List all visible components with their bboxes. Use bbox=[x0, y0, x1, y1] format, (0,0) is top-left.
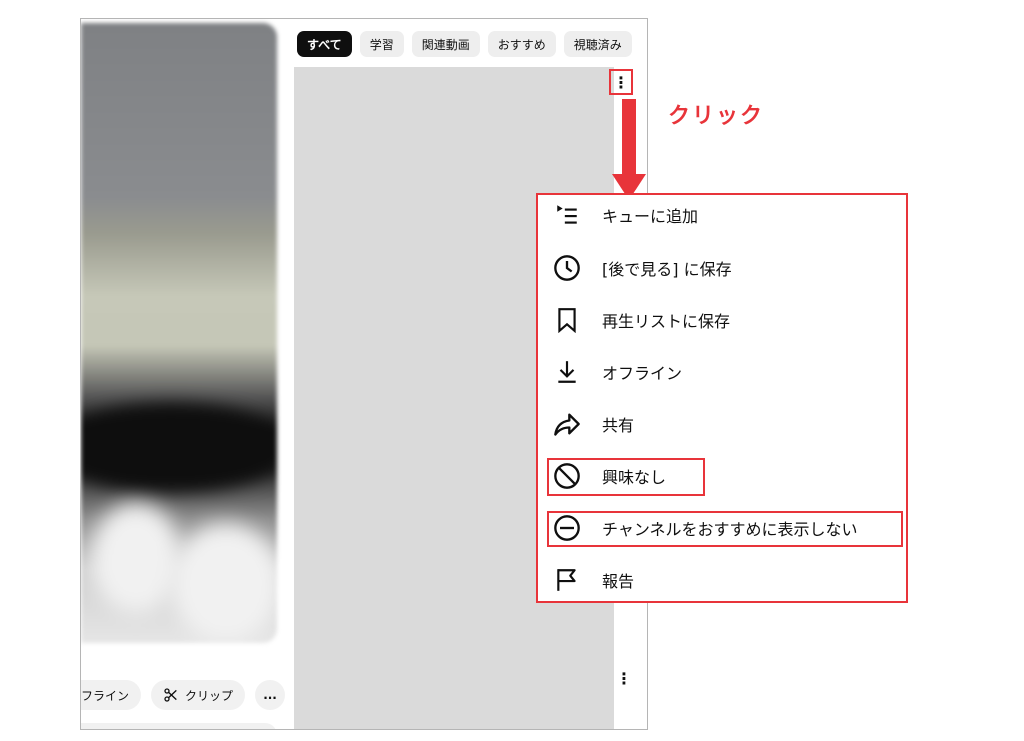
offline-button[interactable]: フライン bbox=[81, 680, 142, 710]
annotation-arrow bbox=[622, 99, 636, 177]
more-options-button[interactable]: ⋮ bbox=[612, 665, 636, 691]
chip-related[interactable]: 関連動画 bbox=[411, 31, 480, 57]
context-menu: キューに追加 [後で見る] に保存 再生リストに保存 オフライン 共有 興味なし… bbox=[536, 193, 908, 603]
clip-label: クリップ bbox=[185, 688, 234, 703]
bookmark-icon bbox=[552, 305, 582, 335]
menu-item-label: 報告 bbox=[602, 572, 635, 591]
chip-all[interactable]: すべて bbox=[297, 31, 352, 57]
click-annotation: クリック bbox=[668, 104, 765, 129]
blur-shape bbox=[81, 403, 277, 493]
download-icon bbox=[552, 357, 582, 387]
clock-icon bbox=[552, 253, 582, 283]
player-actions: フライン クリップ ... bbox=[81, 679, 286, 711]
chip-learning[interactable]: 学習 bbox=[359, 31, 404, 57]
menu-item-label: オフライン bbox=[602, 364, 683, 383]
filter-chips: すべて 学習 関連動画 おすすめ 視聴済み bbox=[297, 31, 632, 57]
scissors-icon bbox=[163, 687, 179, 703]
more-actions-label: ... bbox=[263, 688, 277, 702]
menu-item-label: 共有 bbox=[602, 416, 635, 435]
highlight-box bbox=[547, 458, 705, 496]
clip-button[interactable]: クリップ bbox=[151, 680, 246, 710]
chip-watched[interactable]: 視聴済み bbox=[563, 31, 632, 57]
chip-recommended[interactable]: おすすめ bbox=[487, 31, 556, 57]
menu-item-label: 再生リストに保存 bbox=[602, 312, 731, 331]
menu-item-add-to-queue[interactable]: キューに追加 bbox=[552, 197, 698, 233]
flag-icon bbox=[552, 565, 582, 595]
more-options-button[interactable]: ⋮ bbox=[609, 69, 633, 95]
share-icon bbox=[552, 409, 582, 439]
description-box[interactable] bbox=[81, 723, 277, 729]
menu-item-offline[interactable]: オフライン bbox=[552, 354, 682, 390]
menu-item-label: キューに追加 bbox=[602, 207, 699, 226]
menu-item-report[interactable]: 報告 bbox=[552, 562, 634, 598]
menu-item-watch-later[interactable]: [後で見る] に保存 bbox=[552, 250, 732, 286]
highlight-box bbox=[547, 511, 903, 547]
menu-item-share[interactable]: 共有 bbox=[552, 406, 634, 442]
add-to-queue-icon bbox=[552, 200, 582, 230]
offline-label: フライン bbox=[81, 688, 130, 703]
more-actions-button[interactable]: ... bbox=[255, 680, 286, 710]
video-player[interactable] bbox=[81, 23, 277, 643]
blur-shape bbox=[91, 503, 181, 613]
menu-item-save-to-playlist[interactable]: 再生リストに保存 bbox=[552, 302, 730, 338]
menu-item-label: [後で見る] に保存 bbox=[602, 260, 732, 279]
blur-shape bbox=[171, 523, 277, 643]
